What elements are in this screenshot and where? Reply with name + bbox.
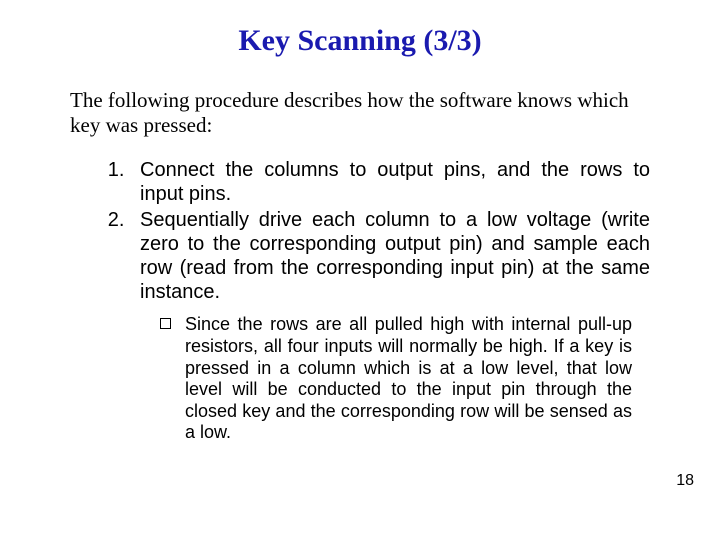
step-2: Sequentially drive each column to a low … <box>130 208 650 304</box>
slide-title: Key Scanning (3/3) <box>70 24 650 58</box>
note-text: Since the rows are all pulled high with … <box>185 314 632 444</box>
procedure-list: Connect the columns to output pins, and … <box>70 158 650 304</box>
intro-paragraph: The following procedure describes how th… <box>70 88 650 138</box>
square-bullet-icon <box>160 318 171 329</box>
note-bullet: Since the rows are all pulled high with … <box>160 314 632 444</box>
slide: Key Scanning (3/3) The following procedu… <box>0 0 720 540</box>
step-1: Connect the columns to output pins, and … <box>130 158 650 206</box>
page-number: 18 <box>676 472 694 490</box>
